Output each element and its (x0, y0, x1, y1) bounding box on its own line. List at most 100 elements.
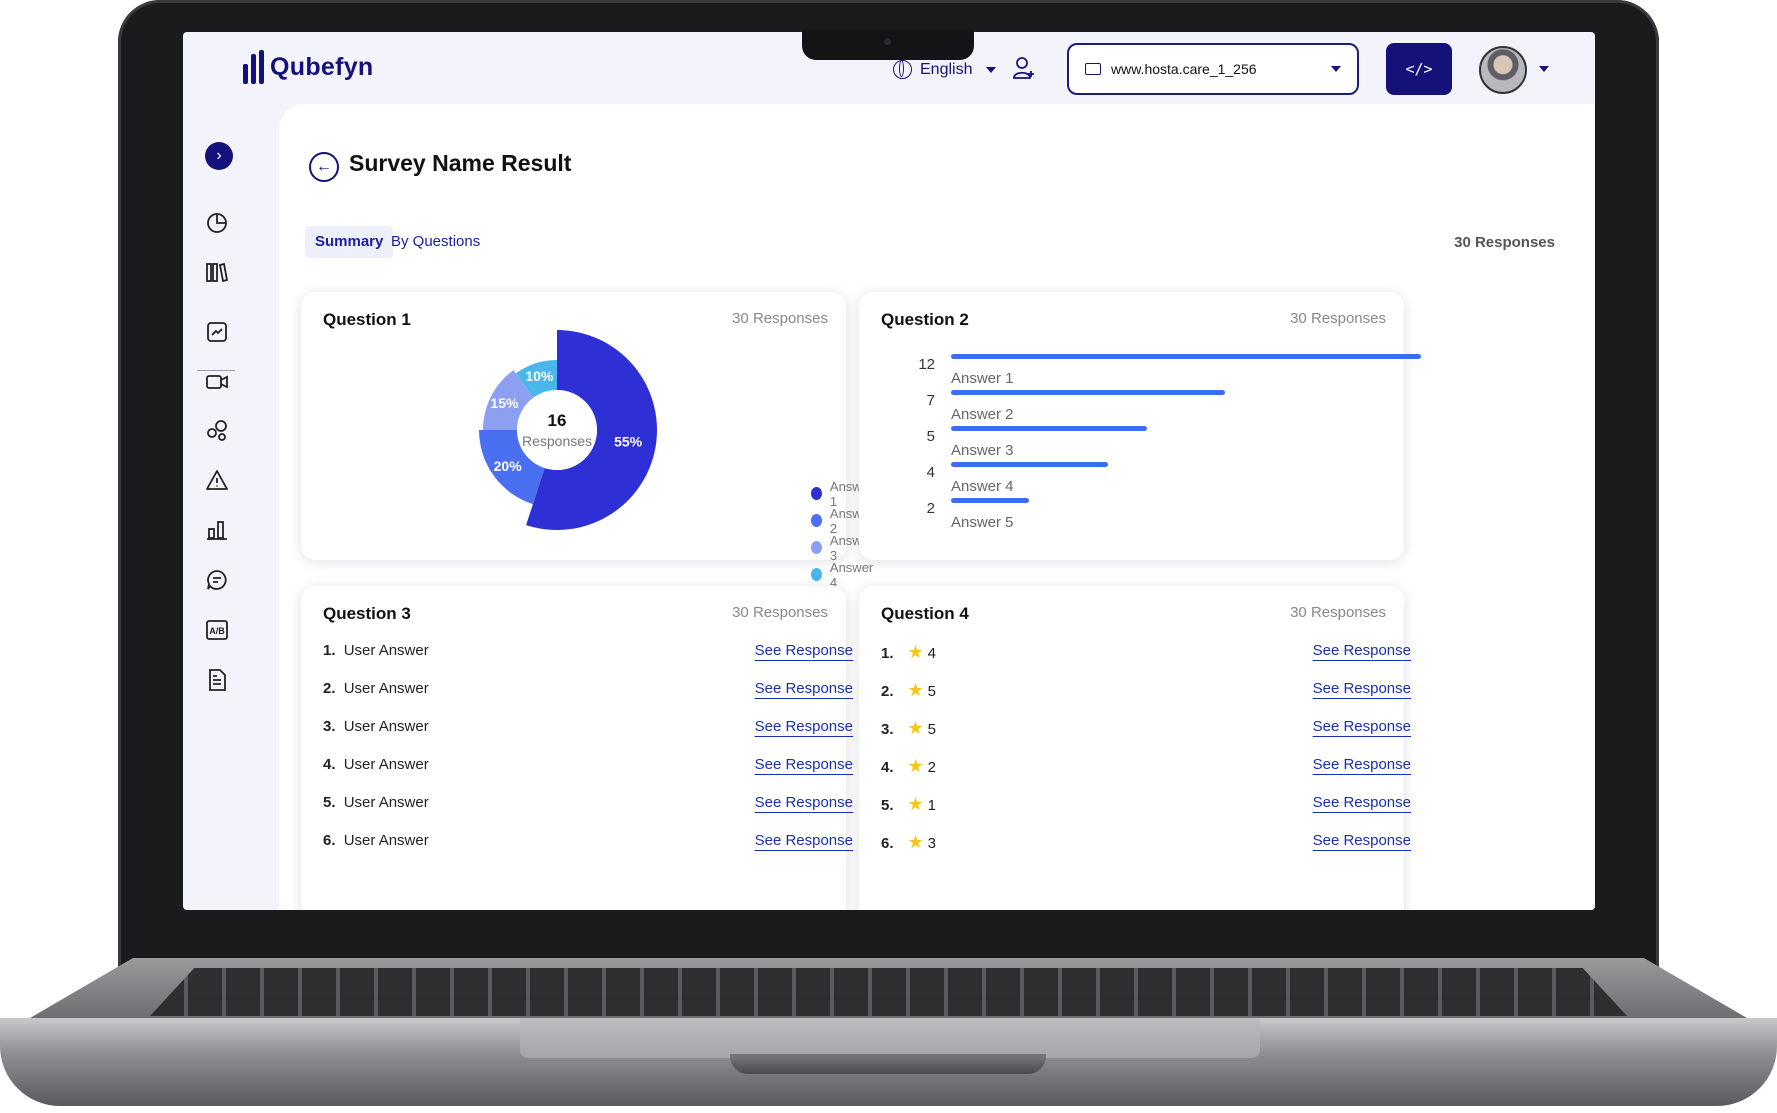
rating-text: 2. ★ 5 (881, 680, 936, 701)
see-response-link[interactable]: See Response (755, 718, 853, 735)
trending-chart-icon[interactable] (205, 320, 229, 344)
answer-text: 5. User Answer (323, 794, 429, 811)
embed-code-button[interactable]: </> (1386, 43, 1452, 95)
list-item: 4. ★ 2 See Response (881, 756, 1411, 786)
pie-chart-icon[interactable] (205, 210, 229, 234)
card-responses: 30 Responses (1290, 604, 1386, 621)
pie-chart: 55% 20% 15% 10% 16 Responses (479, 330, 657, 530)
star-icon: ★ (907, 756, 924, 776)
logo-text: Qubefyn (270, 52, 374, 81)
answer-value: User Answer (343, 680, 429, 697)
legend-dot (811, 487, 822, 500)
see-response-link[interactable]: See Response (755, 756, 853, 773)
see-response-link[interactable]: See Response (755, 794, 853, 811)
rating-value: 5 (927, 683, 936, 700)
card-title: Question 2 (881, 310, 969, 329)
trackpad (520, 1018, 1260, 1058)
answer-number: 1. (323, 642, 336, 659)
bar-label: Answer 2 (951, 406, 1014, 423)
expand-sidebar-button[interactable]: › (205, 142, 233, 170)
bar-label: Answer 1 (951, 370, 1014, 387)
see-response-link[interactable]: See Response (1313, 832, 1411, 849)
bar-row: 5 Answer 3 (905, 426, 1405, 466)
legend-dot (811, 514, 822, 527)
legend-dot (811, 541, 822, 554)
see-response-link[interactable]: See Response (1313, 794, 1411, 811)
bar (951, 426, 1147, 431)
answer-value: User Answer (343, 794, 429, 811)
document-icon[interactable] (205, 668, 229, 692)
total-responses: 30 Responses (1454, 234, 1555, 251)
bar-chart-icon[interactable] (205, 518, 229, 542)
rating-text: 1. ★ 4 (881, 642, 936, 663)
see-response-link[interactable]: See Response (1313, 680, 1411, 697)
bar-count: 2 (926, 500, 935, 517)
see-response-link[interactable]: See Response (755, 680, 853, 697)
chat-icon[interactable] (205, 568, 229, 592)
ab-test-icon[interactable]: A/B (205, 618, 229, 642)
bar-row: 4 Answer 4 (905, 462, 1405, 502)
rating-number: 4. (881, 759, 894, 776)
rating-value: 3 (927, 835, 936, 852)
language-selector[interactable]: English (893, 60, 997, 79)
list-item: 6. User Answer See Response (323, 832, 853, 862)
pie-slice-label: 55% (614, 433, 643, 449)
answer-text: 3. User Answer (323, 718, 429, 735)
video-icon[interactable] (205, 370, 229, 394)
rating-value: 5 (927, 721, 936, 738)
pie-slice-label: 10% (525, 368, 554, 384)
camera-notch (802, 30, 974, 60)
see-response-link[interactable]: See Response (1313, 756, 1411, 773)
answer-text: 6. User Answer (323, 832, 429, 849)
bar-label: Answer 4 (951, 478, 1014, 495)
see-response-link[interactable]: See Response (1313, 718, 1411, 735)
back-button[interactable]: ← (309, 152, 339, 182)
logo[interactable]: Qubefyn (243, 50, 374, 84)
donut-center-label: Responses (522, 433, 592, 449)
star-icon: ★ (907, 680, 924, 700)
rating-number: 1. (881, 645, 894, 662)
donut-center-value: 16 (548, 411, 567, 430)
bar-label: Answer 5 (951, 514, 1014, 531)
see-response-link[interactable]: See Response (1313, 642, 1411, 659)
list-item: 1. User Answer See Response (323, 642, 853, 672)
avatar[interactable] (1479, 46, 1527, 94)
site-select-value: www.hosta.care_1_256 (1111, 61, 1257, 77)
bar-row: 2 Answer 5 (905, 498, 1405, 538)
library-icon[interactable] (205, 260, 229, 284)
answer-number: 4. (323, 756, 336, 773)
answer-number: 2. (323, 680, 336, 697)
rating-number: 6. (881, 835, 894, 852)
rating-value: 1 (927, 797, 936, 814)
rating-number: 2. (881, 683, 894, 700)
chevron-down-icon (986, 66, 997, 73)
bar-count: 4 (926, 464, 935, 481)
list-item: 3. ★ 5 See Response (881, 718, 1411, 748)
list-item: 3. User Answer See Response (323, 718, 853, 748)
rating-text: 6. ★ 3 (881, 832, 936, 853)
list-item: 6. ★ 3 See Response (881, 832, 1411, 862)
see-response-link[interactable]: See Response (755, 832, 853, 849)
question-3-card: Question 3 30 Responses 1. User Answer Se… (301, 586, 853, 910)
pie-slice-label: 15% (490, 395, 519, 411)
star-icon: ★ (907, 718, 924, 738)
list-item: 5. ★ 1 See Response (881, 794, 1411, 824)
add-user-icon[interactable] (1013, 56, 1035, 80)
avatar-chevron-down-icon[interactable] (1539, 66, 1549, 72)
bar-row: 7 Answer 2 (905, 390, 1405, 430)
bar-label: Answer 3 (951, 442, 1014, 459)
rating-number: 5. (881, 797, 894, 814)
site-select[interactable]: www.hosta.care_1_256 (1067, 43, 1359, 95)
list-item: 2. User Answer See Response (323, 680, 853, 710)
monitor-icon (1085, 63, 1101, 75)
tab-by-questions[interactable]: By Questions (381, 226, 490, 258)
bar (951, 498, 1029, 503)
bar (951, 462, 1108, 467)
see-response-link[interactable]: See Response (755, 642, 853, 659)
list-item: 1. ★ 4 See Response (881, 642, 1411, 672)
bar-count: 5 (926, 428, 935, 445)
warning-icon[interactable] (205, 468, 229, 492)
bubbles-icon[interactable] (205, 418, 229, 442)
list-item: 4. User Answer See Response (323, 756, 853, 786)
rating-text: 4. ★ 2 (881, 756, 936, 777)
